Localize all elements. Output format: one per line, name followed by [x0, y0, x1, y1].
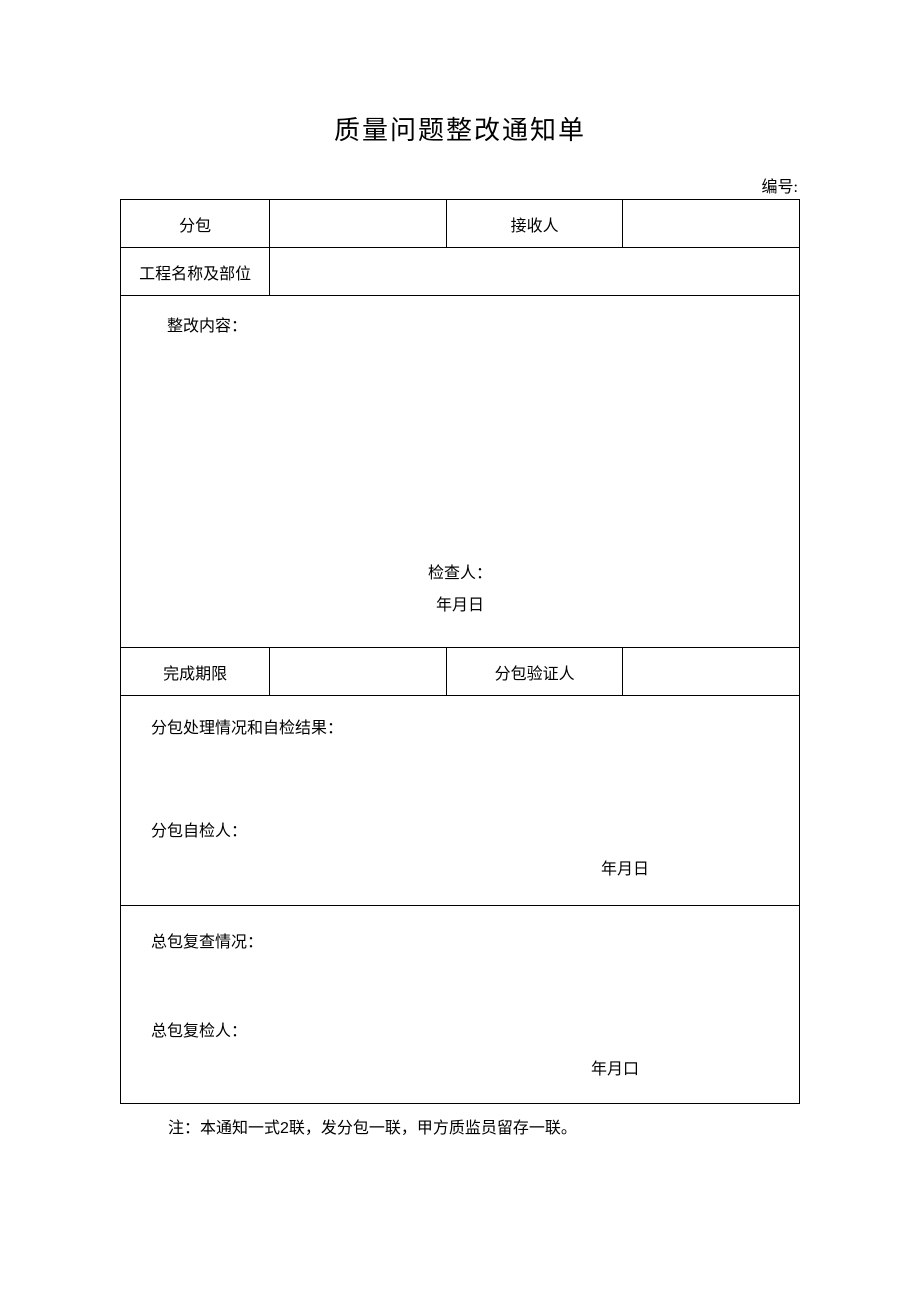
cell-subcontractor-value[interactable]	[270, 200, 447, 248]
footnote-count: 2	[280, 1120, 289, 1137]
document-title: 质量问题整改通知单	[120, 110, 800, 147]
form-table: 分包 接收人 工程名称及部位 整改内容： 检查人： 年月日 完成期限 分包验证人…	[120, 199, 800, 1104]
recheck-label: 总包复查情况：	[151, 928, 263, 952]
recheck-signer: 总包复检人：	[151, 1017, 247, 1041]
rectification-content-block[interactable]: 整改内容： 检查人： 年月日	[121, 296, 800, 648]
cell-deadline-value[interactable]	[270, 648, 447, 696]
cell-verifier-value[interactable]	[623, 648, 800, 696]
footnote: 注：本通知一式2联，发分包一联，甲方质监员留存一联。	[120, 1104, 800, 1138]
inspector-label: 检查人：	[121, 559, 799, 583]
recheck-date: 年月口	[121, 1055, 799, 1079]
cell-deadline-label: 完成期限	[121, 648, 270, 696]
inspector-date: 年月日	[121, 591, 799, 615]
cell-verifier-label: 分包验证人	[446, 648, 623, 696]
cell-subcontractor-label: 分包	[121, 200, 270, 248]
self-check-signer: 分包自检人：	[151, 817, 247, 841]
cell-receiver-label: 接收人	[446, 200, 623, 248]
footnote-prefix: 注：本通知一式	[168, 1120, 280, 1137]
recheck-block[interactable]: 总包复查情况： 总包复检人： 年月口	[121, 906, 800, 1104]
number-label: 编号:	[120, 173, 800, 197]
self-check-date: 年月日	[121, 855, 799, 879]
cell-project-label: 工程名称及部位	[121, 248, 270, 296]
cell-project-value[interactable]	[270, 248, 800, 296]
footnote-suffix: 联，发分包一联，甲方质监员留存一联。	[289, 1120, 577, 1137]
cell-receiver-value[interactable]	[623, 200, 800, 248]
self-check-label: 分包处理情况和自检结果：	[151, 714, 343, 738]
self-check-block[interactable]: 分包处理情况和自检结果： 分包自检人： 年月日	[121, 696, 800, 906]
rectification-label: 整改内容：	[167, 312, 247, 336]
